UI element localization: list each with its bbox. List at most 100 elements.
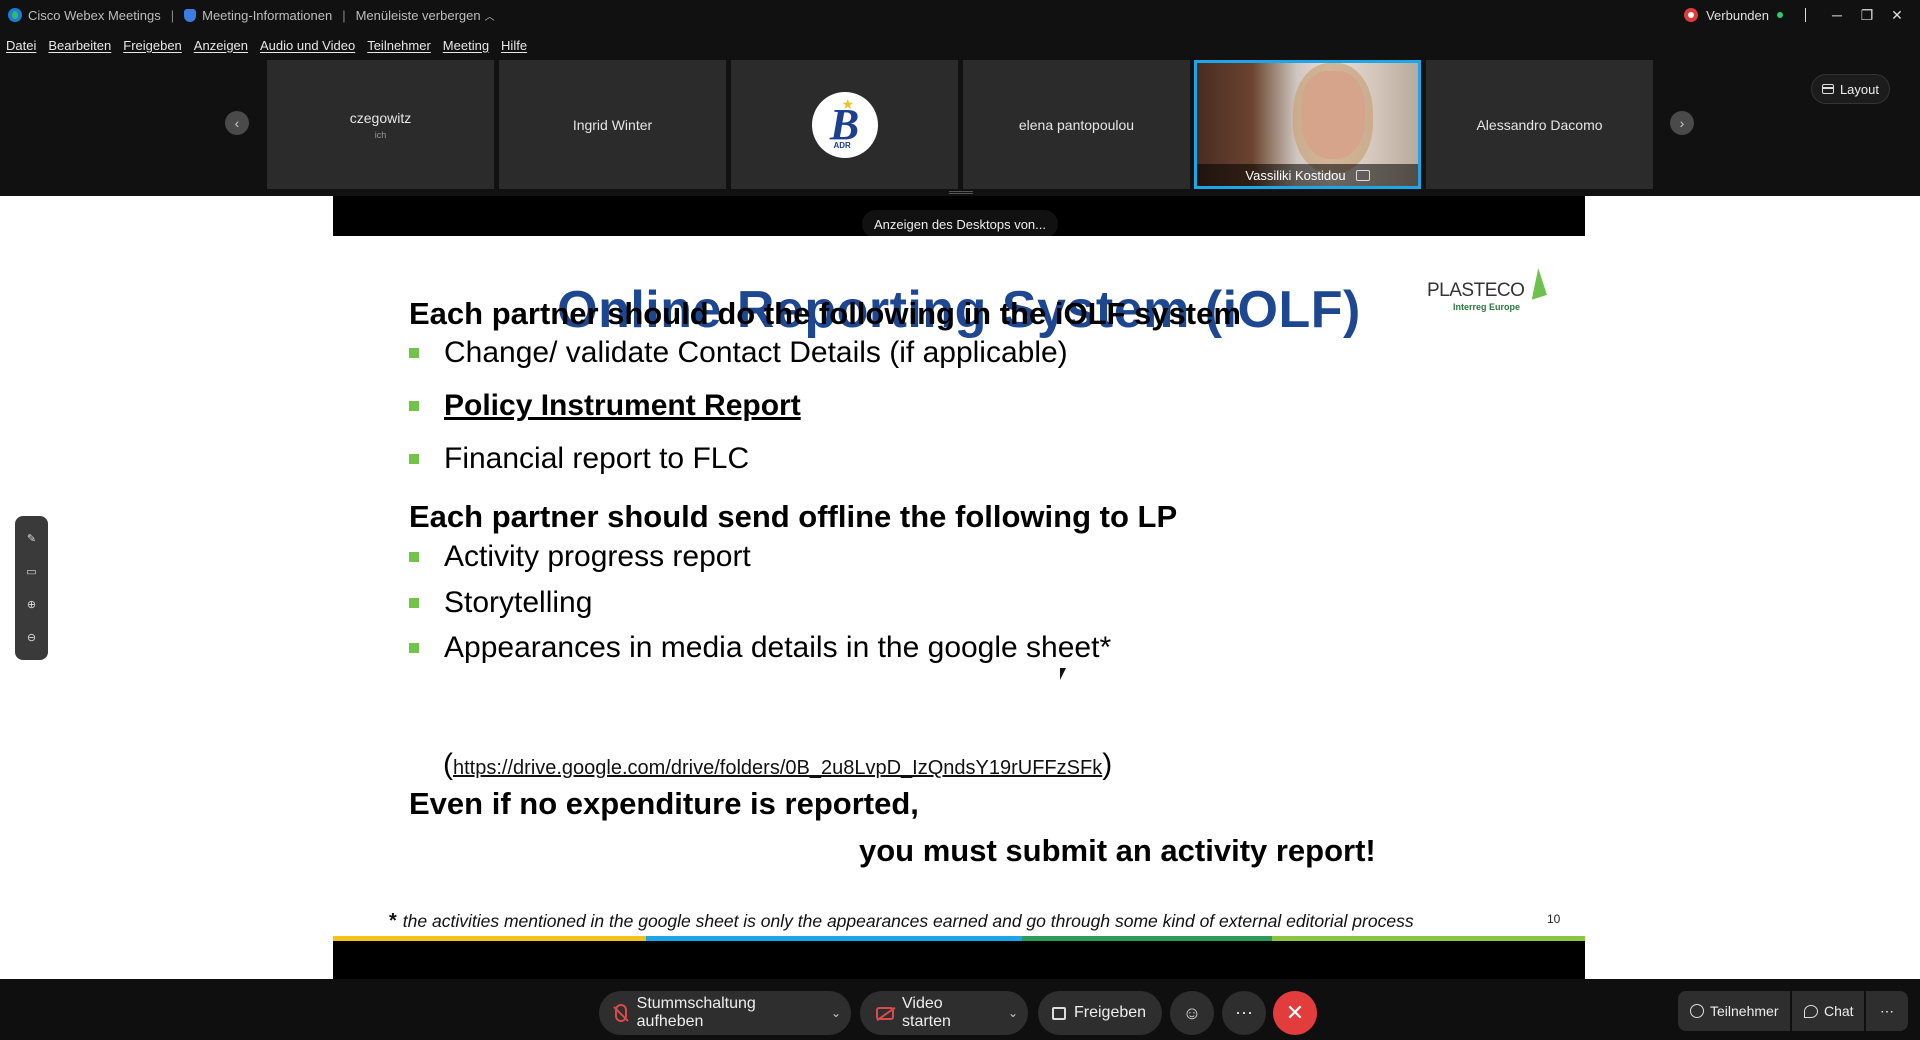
footnote-star: *: [389, 910, 397, 932]
share-button[interactable]: Freigeben: [1038, 991, 1162, 1035]
plasteco-logo: PLASTECO Interreg Europe: [1427, 268, 1547, 312]
participant-name: Ingrid Winter: [572, 116, 653, 133]
chat-icon: [1804, 1004, 1818, 1018]
participant-tile[interactable]: ★ B ADR: [731, 60, 958, 189]
bullet-text: Change/ validate Contact Details (if app…: [444, 336, 1068, 369]
band-segment: [646, 936, 1022, 941]
bullet-icon: [409, 454, 419, 464]
webex-logo-icon: [8, 8, 22, 22]
meeting-info-button[interactable]: Meeting-Informationen: [184, 8, 332, 23]
more-icon: ⋯: [1235, 1002, 1253, 1023]
menu-freigeben[interactable]: Freigeben: [123, 38, 182, 53]
slide-bullet-item: Storytelling: [409, 586, 592, 620]
menu-bearbeiten[interactable]: Bearbeiten: [48, 38, 111, 53]
person-icon: [1690, 1004, 1704, 1018]
camera-off-icon: [876, 1006, 894, 1020]
slide-bullet-item: Activity progress report: [409, 540, 751, 574]
participant-name: Alessandro Dacomo: [1476, 116, 1603, 133]
participants-label: Teilnehmer: [1710, 1003, 1779, 1019]
separator: |: [342, 7, 346, 23]
menu-bar: Datei Bearbeiten Freigeben Anzeigen Audi…: [0, 30, 1920, 60]
eraser-icon[interactable]: ▭: [24, 564, 40, 580]
meeting-info-label: Meeting-Informationen: [202, 7, 333, 23]
sharing-indicator[interactable]: Anzeigen des Desktops von...: [862, 210, 1058, 238]
slide-warning-emphasis: you must submit an activity report!: [859, 833, 1376, 868]
bullet-text: Policy Instrument Report: [444, 389, 801, 422]
sharing-indicator-icon: [1355, 169, 1370, 181]
menu-anzeigen[interactable]: Anzeigen: [194, 38, 248, 53]
participant-tile[interactable]: Alessandro Dacomo: [1426, 60, 1653, 189]
video-face: [1301, 71, 1365, 159]
slide-heading: Each partner should send offline the fol…: [409, 499, 1178, 534]
sharing-label: Anzeigen des Desktops von...: [874, 216, 1046, 232]
minimize-icon[interactable]: ─: [1822, 0, 1852, 30]
restore-icon[interactable]: ❐: [1852, 0, 1882, 30]
slide-bullet-item: Financial report to FLC: [409, 442, 749, 476]
share-label: Freigeben: [1074, 1004, 1147, 1021]
participant-avatar-logo: ★ B ADR: [811, 91, 878, 158]
participant-strip: ‹ czegowitz ich Ingrid Winter ★ B ADR el…: [0, 60, 1920, 196]
participant-name: Vassiliki Kostidou: [1245, 167, 1346, 183]
title-bar: Cisco Webex Meetings | Meeting-Informati…: [0, 0, 1920, 30]
more-icon: ⋯: [1880, 1002, 1894, 1019]
mouse-cursor-icon: [1060, 668, 1072, 680]
chevron-down-icon[interactable]: ⌄: [831, 1006, 841, 1020]
connection-status: Verbunden: [1706, 7, 1769, 23]
annotate-pen-icon[interactable]: ✎: [24, 531, 40, 547]
slide-link-line: (https://drive.google.com/drive/folders/…: [443, 748, 1112, 782]
participant-name: elena pantopoulou: [1018, 116, 1135, 133]
hide-menubar-button[interactable]: Menüleiste verbergen ︿: [356, 8, 495, 23]
hide-menubar-label: Menüleiste verbergen: [355, 7, 481, 23]
participant-tile[interactable]: czegowitz ich: [267, 60, 494, 189]
previous-participants-button[interactable]: ‹: [225, 111, 249, 135]
resize-handle[interactable]: [949, 191, 973, 194]
bullet-icon: [409, 552, 419, 562]
google-drive-link[interactable]: https://drive.google.com/drive/folders/0…: [453, 757, 1102, 779]
chat-panel-button[interactable]: Chat: [1792, 991, 1864, 1031]
participants-panel-button[interactable]: Teilnehmer: [1678, 991, 1790, 1031]
paren-close: ): [1102, 748, 1113, 781]
more-options-button[interactable]: ⋯: [1222, 991, 1266, 1035]
reactions-button[interactable]: ☺: [1170, 991, 1214, 1035]
participant-self-label: ich: [374, 129, 387, 140]
layout-label: Layout: [1839, 81, 1879, 97]
participant-tile[interactable]: elena pantopoulou: [963, 60, 1190, 189]
participant-tile[interactable]: Ingrid Winter: [499, 60, 726, 189]
next-participants-button[interactable]: ›: [1670, 111, 1694, 135]
layout-button[interactable]: Layout: [1810, 74, 1890, 104]
menu-hilfe[interactable]: Hilfe: [501, 38, 527, 53]
chevron-left-icon: ‹: [234, 115, 240, 131]
bullet-text: Storytelling: [444, 586, 593, 619]
chevron-down-icon[interactable]: ⌄: [1008, 1006, 1018, 1020]
annotation-toolbar: ✎ ▭ ⊕ ⊖: [15, 516, 48, 660]
paren-open: (: [443, 748, 453, 781]
band-segment: [333, 936, 646, 941]
menu-datei[interactable]: Datei: [6, 38, 36, 53]
zoom-in-icon[interactable]: ⊕: [24, 597, 40, 613]
bullet-icon: [409, 348, 419, 358]
slide-bullet-item: Policy Instrument Report: [409, 389, 801, 423]
separator: |: [170, 7, 175, 23]
menu-audio-video[interactable]: Audio und Video: [260, 38, 355, 53]
zoom-out-icon[interactable]: ⊖: [24, 630, 40, 646]
app-name: Cisco Webex Meetings: [28, 7, 161, 23]
band-segment: [1021, 936, 1272, 941]
unmute-button[interactable]: Stummschaltung aufheben ⌄: [599, 991, 851, 1035]
more-panels-button[interactable]: ⋯: [1866, 991, 1908, 1031]
bullet-text: Financial report to FLC: [444, 442, 750, 475]
shield-icon: [184, 8, 197, 22]
menu-meeting[interactable]: Meeting: [443, 38, 489, 53]
start-video-button[interactable]: Video starten ⌄: [860, 991, 1028, 1035]
close-icon[interactable]: ✕: [1882, 0, 1912, 30]
app-title: Cisco Webex Meetings: [8, 8, 161, 23]
participant-name-overlay: Vassiliki Kostidou: [1197, 164, 1418, 186]
footnote-text: the activities mentioned in the google s…: [402, 911, 1414, 931]
share-icon: [1052, 1006, 1066, 1020]
presentation-slide: Online Reporting System (iOLF) PLASTECO …: [333, 236, 1585, 941]
divider: [1805, 8, 1806, 22]
active-speaker-tile[interactable]: Vassiliki Kostidou: [1194, 60, 1421, 189]
leave-meeting-button[interactable]: ✕: [1273, 991, 1317, 1035]
menu-teilnehmer[interactable]: Teilnehmer: [367, 38, 431, 53]
meeting-controls-bar: Stummschaltung aufheben ⌄ Video starten …: [0, 979, 1920, 1040]
smiley-icon: ☺: [1182, 1002, 1202, 1023]
